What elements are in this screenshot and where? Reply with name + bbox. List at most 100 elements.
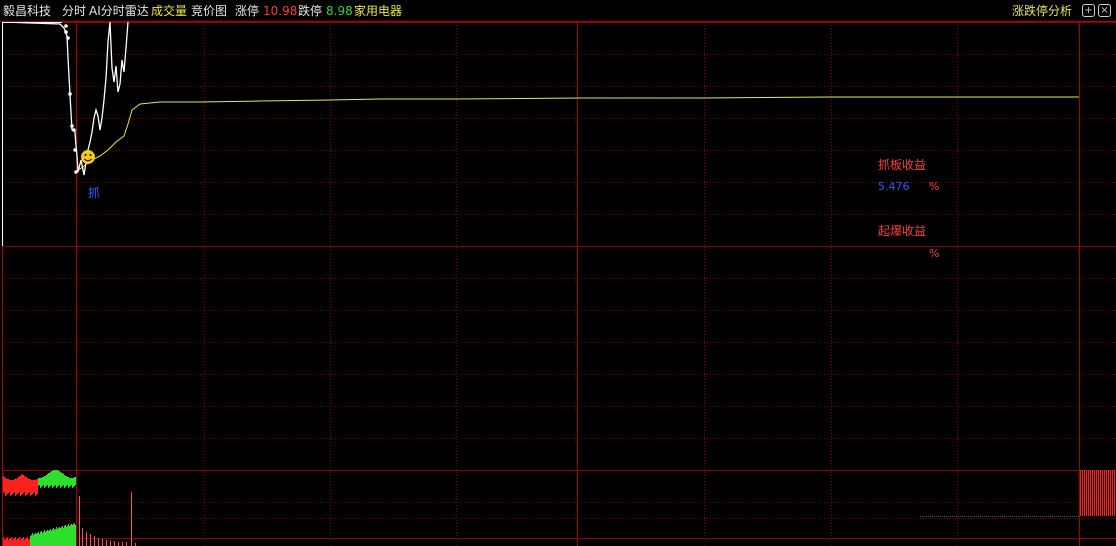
volume-bar bbox=[18, 477, 19, 493]
volume-bar bbox=[114, 541, 115, 546]
volume-bar bbox=[41, 531, 42, 546]
volume-bar bbox=[18, 538, 19, 546]
volume-bar bbox=[1088, 470, 1089, 516]
volume-bar bbox=[35, 480, 36, 496]
volume-bar bbox=[52, 471, 53, 488]
volume-bar bbox=[13, 480, 14, 493]
volume-bar bbox=[26, 477, 27, 495]
grab-profit-unit: % bbox=[929, 180, 940, 193]
volume-bar bbox=[1092, 470, 1093, 516]
volume-bar bbox=[53, 470, 54, 487]
volume-bar bbox=[23, 475, 24, 493]
price-dot bbox=[74, 170, 78, 174]
volume-bar bbox=[14, 479, 15, 492]
volume-bar bbox=[48, 473, 49, 488]
volume-bar bbox=[118, 542, 119, 546]
volume-bar bbox=[54, 530, 55, 546]
volume-bar bbox=[33, 535, 34, 546]
volume-bar bbox=[22, 538, 23, 546]
volume-bar bbox=[66, 476, 67, 486]
volume-bar bbox=[40, 532, 41, 546]
price-dot bbox=[64, 24, 68, 28]
tab-ai-radar[interactable]: AI分时雷达 bbox=[89, 3, 149, 19]
close-square-icon[interactable]: × bbox=[1098, 4, 1111, 17]
volume-bar bbox=[68, 477, 69, 488]
volume-bar bbox=[30, 536, 31, 546]
volume-bar bbox=[8, 540, 9, 546]
volume-bar bbox=[20, 540, 21, 546]
volume-bar bbox=[35, 533, 36, 546]
volume-bar bbox=[72, 478, 73, 488]
price-dot bbox=[70, 124, 74, 128]
volume-bar bbox=[38, 532, 39, 546]
limit-up-value: 10.98 bbox=[263, 4, 298, 18]
volume-bar bbox=[37, 479, 38, 494]
volume-bar bbox=[55, 529, 56, 546]
tab-auction[interactable]: 竞价图 bbox=[191, 3, 227, 19]
volume-bar bbox=[56, 470, 57, 488]
volume-bar bbox=[82, 528, 83, 546]
sector-label[interactable]: 家用电器 bbox=[354, 3, 402, 19]
volume-bar bbox=[32, 533, 33, 546]
limit-down-label: 跌停 bbox=[298, 4, 323, 18]
volume-bar bbox=[126, 542, 127, 546]
volume-bar bbox=[14, 538, 15, 546]
volume-bar bbox=[59, 527, 60, 546]
limit-down-value: 8.98 bbox=[326, 4, 353, 18]
volume-bar bbox=[73, 524, 74, 546]
volume-bar bbox=[1100, 470, 1101, 516]
volume-bar bbox=[27, 478, 28, 494]
volume-bar bbox=[1104, 470, 1105, 516]
tab-volume[interactable]: 成交量 bbox=[151, 3, 187, 19]
price-dot bbox=[64, 30, 68, 34]
volume-bar bbox=[1110, 470, 1111, 516]
volume-bar bbox=[79, 496, 80, 546]
volume-bar bbox=[71, 478, 72, 485]
volume-bar bbox=[1102, 470, 1103, 516]
volume-bar bbox=[3, 476, 4, 493]
volume-bar bbox=[63, 474, 64, 485]
volume-bar bbox=[102, 539, 103, 546]
volume-bar bbox=[4, 540, 5, 546]
tab-intraday[interactable]: 分时 bbox=[62, 3, 86, 19]
volume-bar bbox=[21, 539, 22, 546]
volume-bar bbox=[68, 524, 69, 546]
volume-bar bbox=[41, 478, 42, 487]
volume-bar bbox=[1082, 470, 1083, 516]
volume-bar bbox=[27, 537, 28, 546]
volume-bar bbox=[46, 531, 47, 546]
volume-bar bbox=[7, 537, 8, 546]
volume-bar bbox=[75, 525, 76, 546]
volume-bar bbox=[51, 531, 52, 546]
volume-bar bbox=[20, 476, 21, 496]
volume-bar bbox=[44, 530, 45, 546]
volume-bar bbox=[19, 537, 20, 546]
volume-bar bbox=[71, 524, 72, 546]
volume-bar bbox=[90, 534, 91, 546]
volume-bar bbox=[1084, 470, 1085, 516]
volume-bar bbox=[70, 478, 71, 486]
volume-bar bbox=[94, 536, 95, 546]
volume-bar bbox=[6, 479, 7, 495]
volume-bar bbox=[5, 539, 6, 546]
volume-bar bbox=[50, 529, 51, 546]
smiley-icon bbox=[81, 150, 95, 164]
volume-bar bbox=[47, 530, 48, 546]
volume-bar bbox=[12, 540, 13, 546]
volume-bar bbox=[19, 476, 20, 492]
volume-bar bbox=[11, 537, 12, 546]
volume-bar bbox=[1086, 470, 1087, 516]
limit-analysis-button[interactable]: 涨跌停分析 bbox=[1012, 3, 1072, 19]
volume-bar bbox=[1090, 470, 1091, 516]
volume-bar bbox=[1112, 470, 1113, 516]
volume-bar bbox=[43, 532, 44, 546]
volume-bar bbox=[74, 523, 75, 546]
premarket-band bbox=[2, 22, 76, 246]
price-dot bbox=[72, 128, 76, 132]
plus-circle-icon[interactable]: + bbox=[1082, 4, 1095, 17]
volume-bar bbox=[16, 479, 17, 495]
volume-bar bbox=[48, 531, 49, 546]
volume-bar bbox=[69, 526, 70, 546]
volume-bar bbox=[38, 478, 39, 486]
volume-bar bbox=[9, 480, 10, 492]
